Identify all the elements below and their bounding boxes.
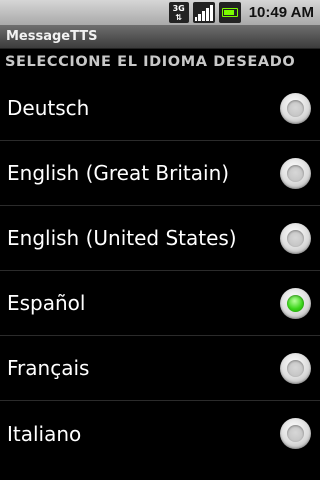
- language-label: Italiano: [7, 421, 82, 446]
- language-header: SELECCIONE EL IDIOMA DESEADO: [5, 54, 296, 70]
- network-3g-icon: 3G ⇅: [168, 2, 189, 23]
- language-list: Deutsch English (Great Britain) English …: [0, 76, 320, 466]
- radio-button[interactable]: [280, 418, 311, 449]
- app-title: MessageTTS: [6, 29, 98, 44]
- language-label: English (Great Britain): [7, 161, 230, 185]
- app-title-bar: MessageTTS: [0, 25, 320, 49]
- language-item-deutsch[interactable]: Deutsch: [0, 76, 320, 141]
- radio-button[interactable]: [280, 222, 311, 254]
- language-item-english-gb[interactable]: English (Great Britain): [0, 141, 320, 206]
- radio-button[interactable]: [280, 92, 311, 124]
- language-label: Español: [7, 291, 86, 315]
- language-item-francais[interactable]: Français: [0, 336, 320, 401]
- status-bar: 3G ⇅ 10:49 AM: [0, 0, 320, 25]
- language-item-english-us[interactable]: English (United States): [0, 206, 320, 271]
- language-label: English (United States): [7, 226, 237, 250]
- language-item-italiano[interactable]: Italiano: [0, 401, 320, 466]
- status-time: 10:49 AM: [248, 4, 314, 21]
- battery-icon: [218, 2, 241, 23]
- radio-button[interactable]: [280, 352, 311, 384]
- signal-strength-icon: [192, 2, 215, 23]
- radio-button-selected[interactable]: [280, 287, 311, 319]
- network-label: 3G: [172, 3, 185, 13]
- radio-button[interactable]: [280, 157, 311, 189]
- language-label: Deutsch: [7, 96, 90, 120]
- language-label: Français: [7, 356, 90, 380]
- language-item-espanol[interactable]: Español: [0, 271, 320, 336]
